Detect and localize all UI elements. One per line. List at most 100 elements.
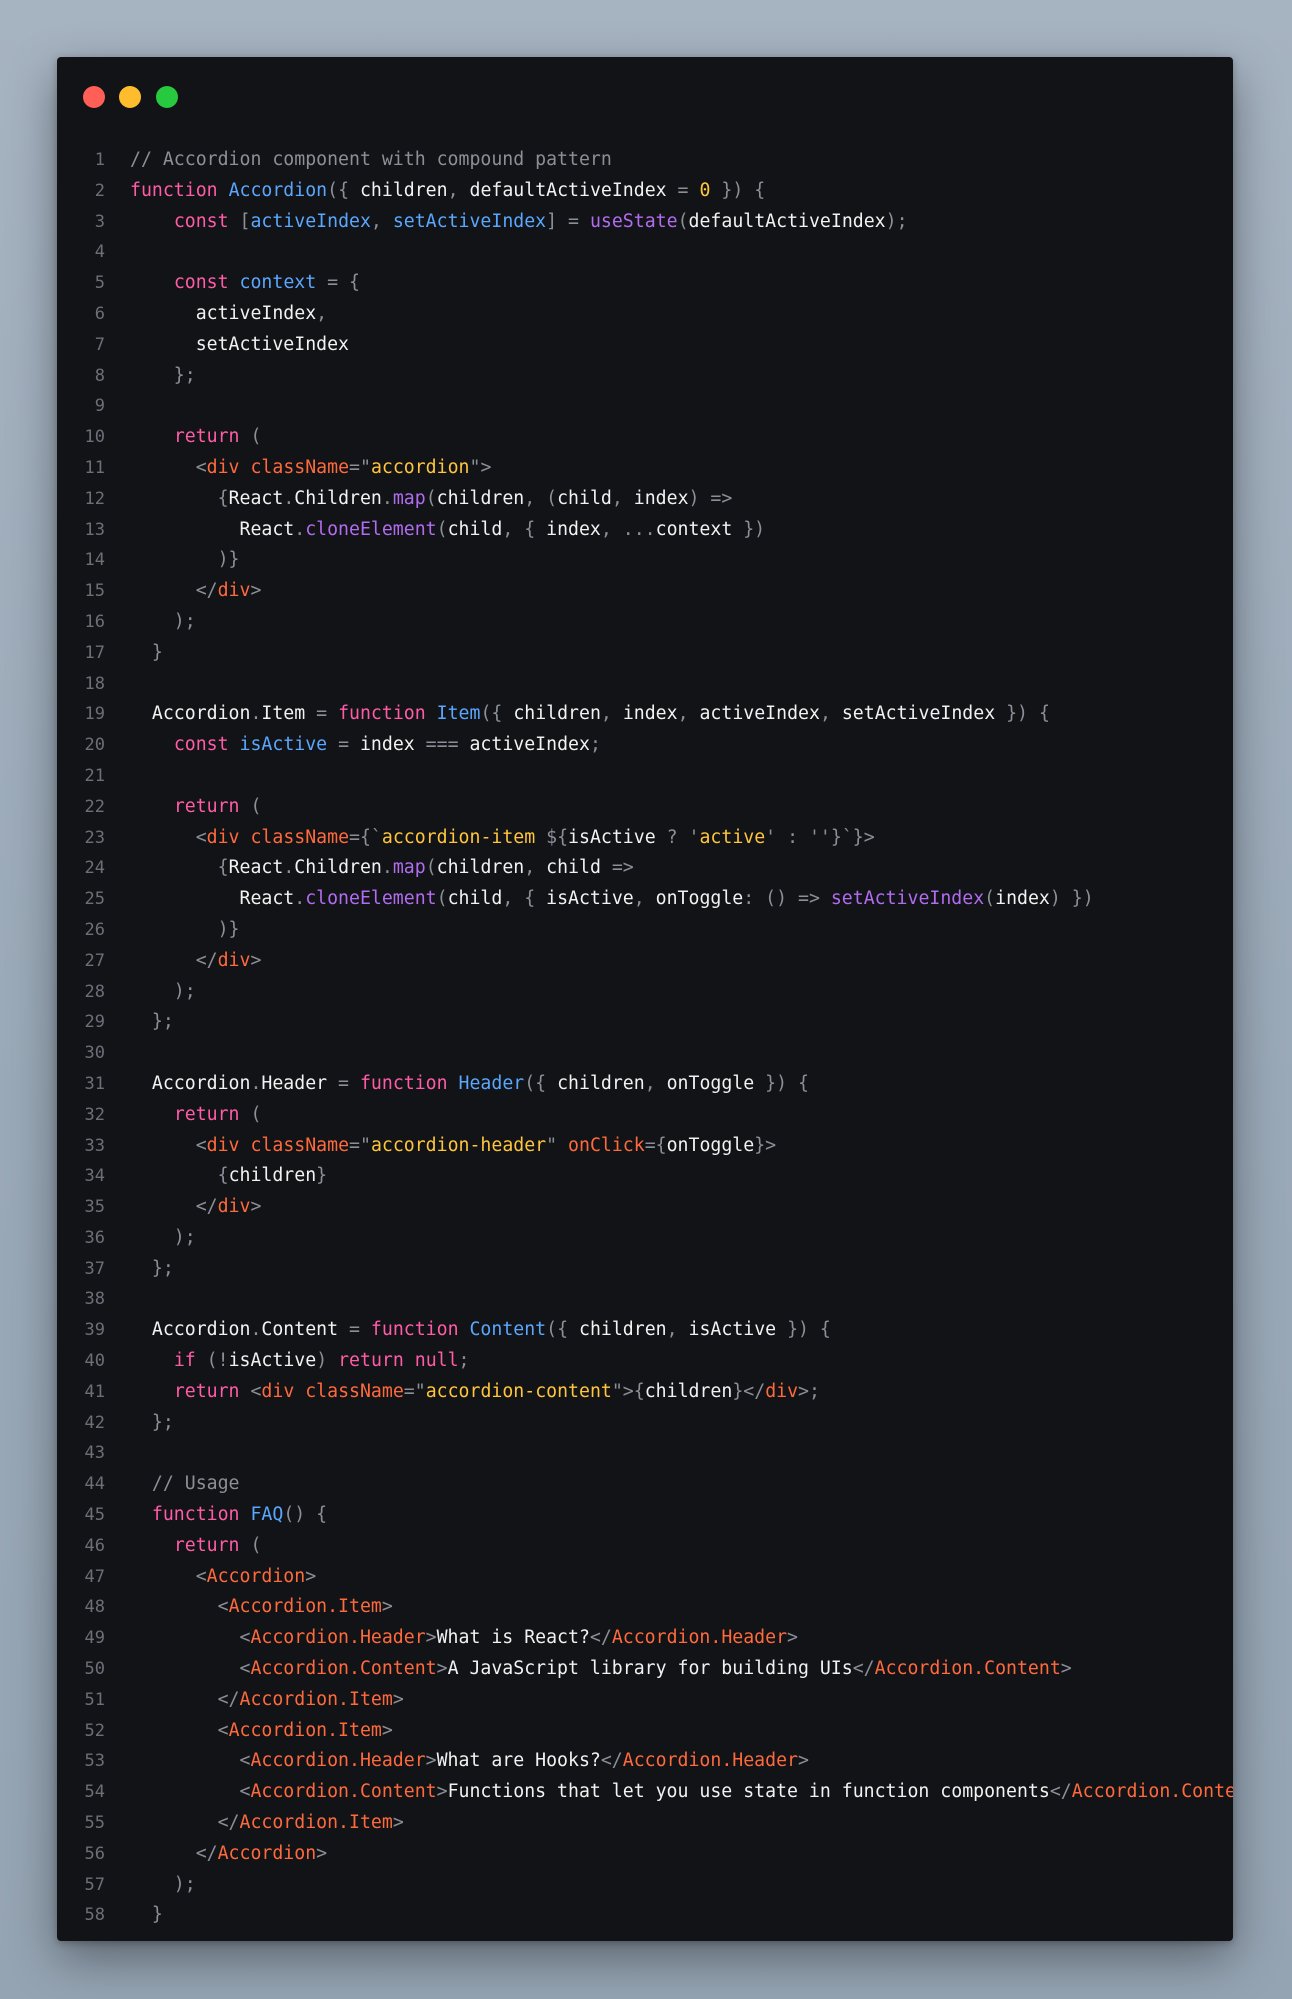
code-token: children xyxy=(359,179,448,201)
code-token: div xyxy=(217,949,251,971)
code-token: }) { xyxy=(776,1319,831,1341)
code-text: {React.Children.map(children, (child, in… xyxy=(130,484,733,515)
code-token: </ xyxy=(130,580,218,602)
code-token: isActive xyxy=(688,1319,777,1341)
code-token: , xyxy=(633,888,656,910)
code-line: 40 if (!isActive) return null; xyxy=(57,1346,1233,1377)
code-token: useState xyxy=(589,210,678,232)
code-line: 49 <Accordion.Header>What is React?</Acc… xyxy=(57,1623,1233,1654)
code-token: index xyxy=(622,703,678,725)
code-text: <Accordion.Item> xyxy=(130,1716,393,1747)
code-token: return xyxy=(173,795,251,817)
code-token: > xyxy=(250,580,262,602)
line-number: 48 xyxy=(84,1597,105,1618)
close-window-button[interactable] xyxy=(83,86,105,108)
code-token: ( xyxy=(250,1103,262,1125)
code-text: </div> xyxy=(130,1192,262,1223)
code-token: function xyxy=(130,179,229,201)
code-line: 17 } xyxy=(57,638,1233,669)
minimize-window-button[interactable] xyxy=(119,86,141,108)
line-number: 50 xyxy=(84,1659,105,1680)
code-token: { xyxy=(130,1165,229,1187)
line-number: 52 xyxy=(84,1720,105,1741)
code-token: Accordion xyxy=(217,1842,317,1864)
code-token: >; xyxy=(798,1380,820,1402)
code-token: > xyxy=(797,1750,809,1772)
line-number: 42 xyxy=(84,1412,105,1433)
code-token: " xyxy=(546,1134,569,1156)
code-line: 19 Accordion.Item = function Item({ chil… xyxy=(57,699,1233,730)
code-token: </ xyxy=(130,949,218,971)
line-number: 47 xyxy=(84,1566,105,1587)
code-token: ); xyxy=(130,1873,196,1895)
code-line: 51 </Accordion.Item> xyxy=(57,1685,1233,1716)
code-line: 10 return ( xyxy=(57,422,1233,453)
code-text: React.cloneElement(child, { isActive, on… xyxy=(130,884,1093,915)
code-token: Content xyxy=(469,1319,547,1341)
code-token: Accordion.Header xyxy=(250,1750,426,1772)
code-token: () { xyxy=(283,1504,328,1526)
line-number: 19 xyxy=(84,704,105,725)
line-number: 39 xyxy=(84,1320,105,1341)
code-token: > xyxy=(436,1781,448,1803)
code-token: isActive xyxy=(239,734,328,756)
code-token: Accordion xyxy=(130,1072,251,1094)
line-number: 44 xyxy=(84,1474,105,1495)
code-token: ); xyxy=(130,980,196,1002)
code-text: const context = { xyxy=(130,268,360,299)
code-token: FAQ xyxy=(250,1504,284,1526)
code-line: 16 ); xyxy=(57,607,1233,638)
code-token: ) => xyxy=(688,487,733,509)
code-token: Accordion.Content xyxy=(250,1781,437,1803)
line-number: 34 xyxy=(84,1166,105,1187)
code-text: <Accordion> xyxy=(130,1562,316,1593)
line-number: 57 xyxy=(84,1874,105,1895)
maximize-window-button[interactable] xyxy=(156,86,178,108)
line-number: 12 xyxy=(84,488,105,509)
code-token: Children xyxy=(294,857,382,879)
line-number: 53 xyxy=(84,1751,105,1772)
code-line: 18 xyxy=(57,669,1233,700)
code-token: < xyxy=(130,1750,251,1772)
code-token: isActive xyxy=(546,888,634,910)
code-token: children xyxy=(644,1380,733,1402)
code-token: accordion-header xyxy=(370,1134,547,1156)
code-editor-window: 1 // Accordion component with compound pa… xyxy=(57,57,1233,1941)
code-token: </ xyxy=(130,1196,218,1218)
code-token: onToggle xyxy=(655,888,744,910)
code-token: , xyxy=(611,487,634,509)
code-token: accordion xyxy=(370,456,470,478)
code-token: className xyxy=(250,456,350,478)
code-token: , xyxy=(370,210,393,232)
code-line: 41 return <div className="accordion-cont… xyxy=(57,1377,1233,1408)
line-number: 49 xyxy=(84,1628,105,1649)
code-text: return ( xyxy=(130,1100,262,1131)
code-token: { xyxy=(130,857,229,879)
code-line: 47 <Accordion> xyxy=(57,1562,1233,1593)
code-token: </ xyxy=(130,1812,240,1834)
code-token: Item xyxy=(436,703,481,725)
code-token: className xyxy=(250,826,350,848)
code-token: div xyxy=(765,1380,799,1402)
code-text: <Accordion.Header>What is React?</Accord… xyxy=(130,1623,798,1654)
code-token: . xyxy=(381,487,393,509)
code-token: const xyxy=(173,734,240,756)
code-token: children xyxy=(436,857,525,879)
code-token: =" xyxy=(349,456,371,478)
code-token: const xyxy=(173,210,240,232)
code-token: </ xyxy=(852,1658,875,1680)
code-token: > xyxy=(250,1196,262,1218)
code-token: ( xyxy=(425,857,437,879)
code-line: 12 {React.Children.map(children, (child,… xyxy=(57,484,1233,515)
code-token: function xyxy=(370,1319,470,1341)
code-token: , xyxy=(600,703,623,725)
code-token: . xyxy=(283,487,295,509)
code-token: cloneElement xyxy=(305,518,437,540)
code-line: 36 ); xyxy=(57,1223,1233,1254)
line-number: 3 xyxy=(94,211,105,232)
line-number: 38 xyxy=(84,1289,105,1310)
code-token: </ xyxy=(130,1842,218,1864)
